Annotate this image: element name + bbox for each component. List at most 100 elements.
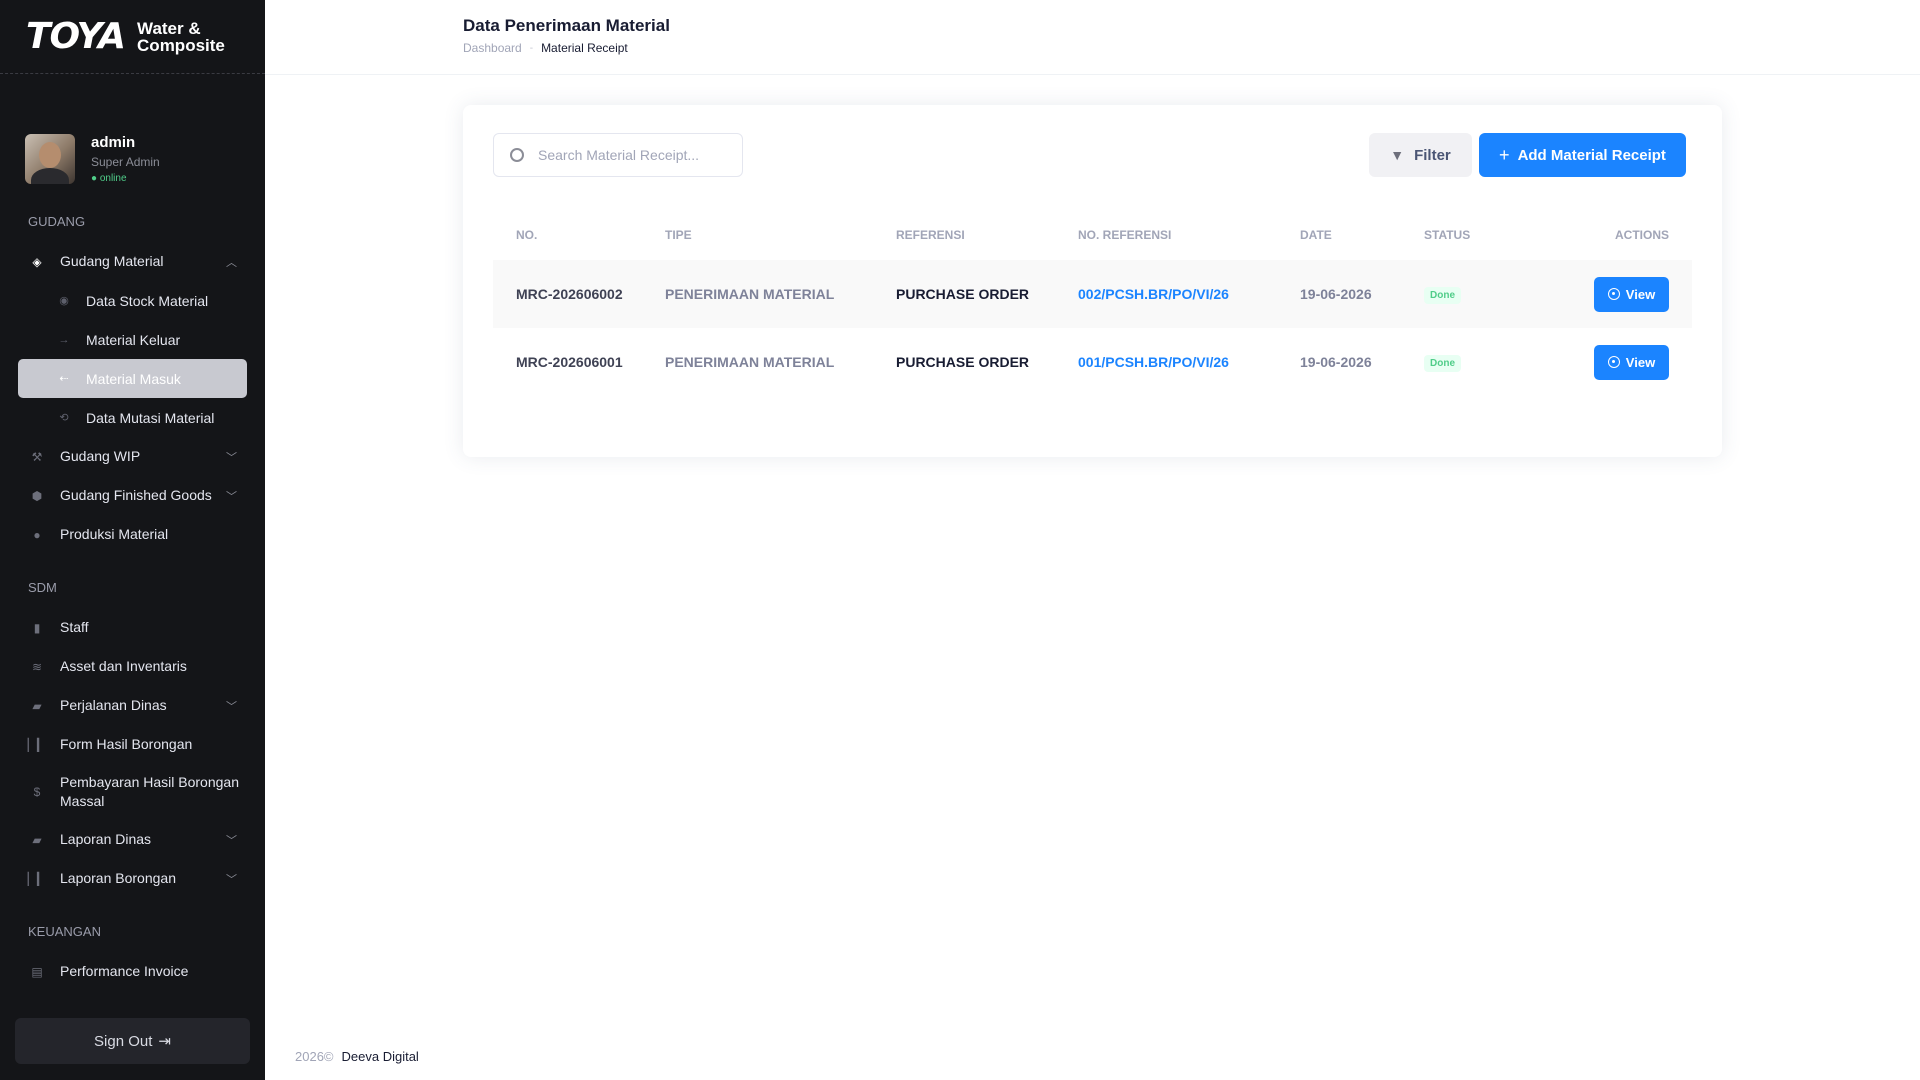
chart-icon: ▏▎ [27, 871, 47, 886]
brand-logo: TOYA [26, 16, 126, 57]
cell-no: MRC-202606001 [516, 354, 623, 370]
view-label: View [1625, 286, 1656, 302]
sidebar-item-label: Asset dan Inventaris [60, 658, 187, 674]
page-title: Data Penerimaan Material [463, 16, 670, 35]
footer-year: 2026© [295, 1049, 334, 1064]
sidebar-item-label: Data Stock Material [86, 292, 209, 309]
cell-status: Done [1424, 285, 1564, 304]
sidebar-item-data-stock-material[interactable]: ◉ Data Stock Material [18, 281, 247, 320]
chart-icon: ▏▎ [27, 737, 47, 752]
view-label: View [1625, 354, 1656, 370]
disc-icon: ◉ [59, 295, 69, 307]
sidebar-item-label: Data Mutasi Material [86, 409, 215, 426]
column-header-actions: ACTIONS [1615, 228, 1669, 242]
footer-company-link[interactable]: Deeva Digital [342, 1049, 419, 1064]
status-badge: Done [1424, 286, 1461, 304]
sidebar-item-laporan-borongan[interactable]: ▏▎ Laporan Borongan ﹀ [0, 859, 265, 898]
box-icon: ⬢ [31, 488, 43, 503]
column-header-no-referensi: NO. REFERENSI [1078, 228, 1172, 242]
dollar-icon: $ [33, 785, 41, 799]
sidebar-item-label: Laporan Borongan [60, 870, 176, 886]
sidebar-item-asset-dan-inventaris[interactable]: ≋ Asset dan Inventaris [0, 647, 265, 686]
brand-subtitle: Water & Composite [137, 20, 225, 54]
sign-out-label: Sign Out [94, 1032, 153, 1050]
sidebar-item-gudang-wip[interactable]: ⚒ Gudang WIP ﹀ [0, 437, 265, 476]
sidebar-item-label: Performance Invoice [60, 963, 189, 979]
sidebar-item-data-mutasi-material[interactable]: ⟲ Data Mutasi Material [18, 398, 247, 437]
view-button[interactable]: View [1594, 276, 1669, 312]
search-icon [510, 148, 524, 162]
column-header-referensi: REFERENSI [896, 228, 965, 242]
filter-button[interactable]: ▼ Filter [1369, 133, 1472, 177]
sidebar-item-form-hasil-borongan[interactable]: ▏▎ Form Hasil Borongan [0, 725, 265, 764]
material-receipt-card: ▼ Filter + Add Material Receipt NO. TIPE… [463, 105, 1722, 457]
material-receipt-table: NO. TIPE REFERENSI NO. REFERENSI DATE ST… [493, 210, 1692, 396]
cell-referensi: PURCHASE ORDER [896, 354, 1030, 370]
cell-actions: View [1564, 344, 1692, 380]
sidebar-item-gudang-finished-goods[interactable]: ⬢ Gudang Finished Goods ﹀ [0, 476, 265, 515]
sidebar-item-label: Material Keluar [86, 331, 181, 348]
sign-out-button[interactable]: Sign Out ⇥ [15, 1018, 250, 1064]
sidebar-item-performance-invoice[interactable]: ▤ Performance Invoice [0, 952, 265, 991]
footer: 2026© Deeva Digital [295, 1049, 419, 1064]
cell-no-referensi-link[interactable]: 002/PCSH.BR/PO/VI/26 [1078, 286, 1300, 302]
table-row: MRC-202606001 PENERIMAAN MATERIAL PURCHA… [493, 328, 1692, 396]
add-label: Add Material Receipt [1517, 146, 1666, 164]
brand-subtitle-line2: Composite [137, 35, 225, 55]
user-icon: ▮ [33, 620, 41, 635]
briefcase-icon: ▰ [32, 832, 42, 847]
breadcrumb-separator-icon: - [529, 42, 534, 54]
section-title-gudang: GUDANG [28, 214, 86, 229]
table-row: MRC-202606002 PENERIMAAN MATERIAL PURCHA… [493, 260, 1692, 328]
sidebar-item-material-keluar[interactable]: → Material Keluar [18, 320, 247, 359]
cell-referensi: PURCHASE ORDER [896, 286, 1030, 302]
chevron-down-icon: ﹀ [226, 873, 237, 886]
arrow-in-icon: ⇠ [59, 373, 69, 385]
filter-label: Filter [1414, 146, 1451, 164]
plus-icon: + [1499, 144, 1510, 165]
cell-no: MRC-202606002 [516, 286, 623, 302]
user-role: Super Admin [91, 155, 160, 169]
invoice-icon: ▤ [31, 964, 43, 979]
sidebar-item-perjalanan-dinas[interactable]: ▰ Perjalanan Dinas ﹀ [0, 686, 265, 725]
sidebar-item-material-masuk[interactable]: ⇠ Material Masuk [18, 359, 247, 398]
section-title-keuangan: KEUANGAN [28, 924, 101, 939]
sidebar-item-produksi-material[interactable]: ● Produksi Material [0, 515, 265, 554]
cell-status: Done [1424, 353, 1564, 372]
chevron-down-icon: ﹀ [226, 834, 237, 847]
column-header-date: DATE [1300, 228, 1332, 242]
chevron-up-icon: ︿ [226, 256, 237, 269]
layers-icon: ≋ [31, 659, 43, 674]
brand: TOYA Water & Composite [0, 0, 265, 74]
user-info: admin Super Admin ● online [91, 134, 160, 184]
sidebar-item-label: Laporan Dinas [60, 831, 152, 847]
refresh-icon: ⟲ [59, 412, 69, 424]
table-header: NO. TIPE REFERENSI NO. REFERENSI DATE ST… [493, 210, 1692, 260]
section-title-sdm: SDM [28, 580, 57, 595]
cell-tipe: PENERIMAAN MATERIAL [665, 286, 835, 302]
eye-icon [1607, 288, 1620, 300]
breadcrumb: Dashboard - Material Receipt [463, 41, 628, 55]
column-header-no: NO. [516, 228, 538, 242]
sidebar-item-laporan-dinas[interactable]: ▰ Laporan Dinas ﹀ [0, 820, 265, 859]
eye-icon [1607, 356, 1620, 368]
sidebar: TOYA Water & Composite admin Super Admin… [0, 0, 265, 1080]
add-material-receipt-button[interactable]: + Add Material Receipt [1479, 133, 1686, 177]
sidebar-item-label: Form Hasil Borongan [60, 736, 193, 752]
status-badge: Done [1424, 354, 1461, 372]
view-button[interactable]: View [1594, 344, 1669, 380]
sidebar-item-label: Material Masuk [86, 370, 181, 387]
circle-icon: ● [33, 527, 41, 542]
sidebar-item-label: Staff [60, 619, 89, 635]
cell-no-referensi-link[interactable]: 001/PCSH.BR/PO/VI/26 [1078, 354, 1300, 370]
sidebar-item-gudang-material[interactable]: ◈ Gudang Material ︿ [0, 242, 265, 281]
user-status: ● online [91, 173, 127, 184]
cube-icon: ◈ [32, 254, 42, 269]
breadcrumb-dashboard[interactable]: Dashboard [463, 41, 522, 55]
search-input[interactable] [538, 147, 728, 163]
search-box[interactable] [493, 133, 743, 177]
column-header-tipe: TIPE [665, 228, 692, 242]
avatar[interactable] [25, 134, 75, 184]
sidebar-item-pembayaran-hasil-borongan-massal[interactable]: $ Pembayaran Hasil Borongan Massal [0, 764, 265, 820]
sidebar-item-staff[interactable]: ▮ Staff [0, 608, 265, 647]
